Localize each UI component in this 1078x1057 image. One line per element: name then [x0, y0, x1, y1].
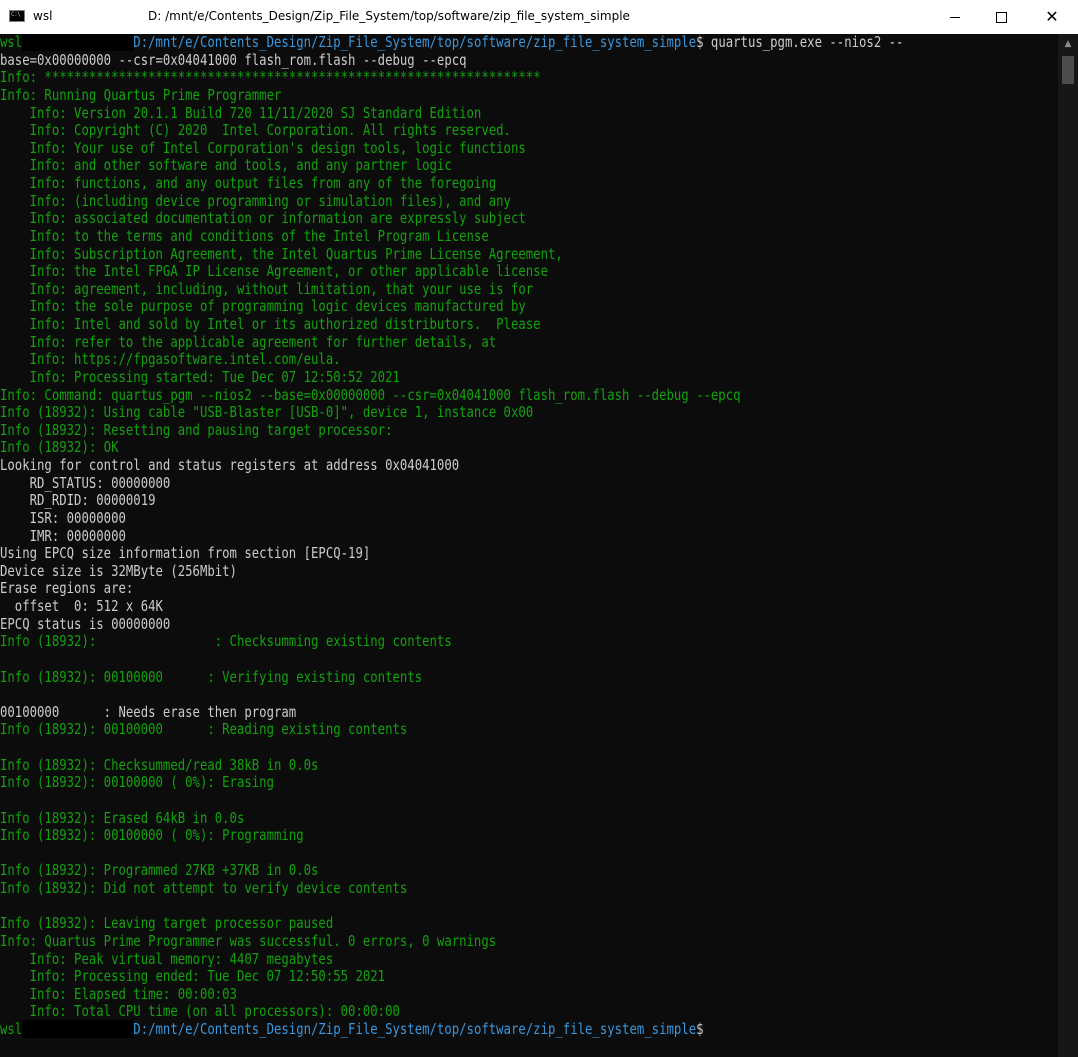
- output-line: Info: Processing started: Tue Dec 07 12:…: [0, 367, 400, 386]
- window-title: D: /mnt/e/Contents_Design/Zip_File_Syste…: [148, 9, 630, 23]
- prompt-symbol-final: $: [696, 1020, 704, 1038]
- output-line: Info: Copyright (C) 2020 Intel Corporati…: [0, 121, 511, 140]
- output-line: Info: (including device programming or s…: [0, 191, 511, 210]
- output-line: Info (18932): Leaving target processor p…: [0, 914, 334, 933]
- close-button[interactable]: ✕: [1026, 0, 1078, 34]
- final-prompt-line[interactable]: wsl D:/mnt/e/Contents_Design/Zip_File_Sy…: [0, 1020, 868, 1039]
- output-line: Using EPCQ size information from section…: [0, 544, 371, 563]
- output-line: Info: Total CPU time (on all processors)…: [0, 1002, 400, 1021]
- output-line: RD_RDID: 00000019: [0, 491, 156, 510]
- vertical-scrollbar[interactable]: ▲: [1058, 34, 1078, 1057]
- output-line: Info (18932): Using cable "USB-Blaster […: [0, 403, 534, 422]
- title-bar[interactable]: C:\ wsl D: /mnt/e/Contents_Design/Zip_Fi…: [0, 0, 1078, 34]
- command-line: wsl D:/mnt/e/Contents_Design/Zip_File_Sy…: [0, 34, 903, 52]
- output-line: 00100000 : Needs erase then program: [0, 702, 297, 721]
- output-line: Info (18932): : Checksumming existing co…: [0, 632, 452, 651]
- output-line: Info: https://fpgasoftware.intel.com/eul…: [0, 350, 341, 369]
- output-line: Info (18932): Resetting and pausing targ…: [0, 420, 393, 439]
- console-app-icon-text: C:\: [11, 11, 21, 18]
- prompt-path: D:/mnt/e/Contents_Design/Zip_File_System…: [133, 34, 697, 51]
- app-name: wsl: [33, 9, 53, 23]
- output-line: Info: associated documentation or inform…: [0, 209, 526, 228]
- output-line: Info (18932): OK: [0, 438, 119, 457]
- output-line: Info: and other software and tools, and …: [0, 156, 452, 175]
- output-lines: Info: **********************************…: [0, 69, 1058, 1021]
- scroll-up-arrow-icon[interactable]: ▲: [1058, 34, 1078, 54]
- command-text: quartus_pgm.exe --nios2 --: [703, 34, 904, 51]
- output-line: Info: Command: quartus_pgm --nios2 --bas…: [0, 385, 741, 404]
- output-line: Info: functions, and any output files fr…: [0, 174, 497, 192]
- output-line: Info: Running Quartus Prime Programmer: [0, 85, 282, 104]
- output-line: Info (18932): 00100000 ( 0%): Erasing: [0, 773, 274, 792]
- output-line: Info (18932): Erased 64kB in 0.0s: [0, 808, 245, 827]
- output-line: Looking for control and status registers…: [0, 456, 460, 474]
- output-line: Info: Quartus Prime Programmer was succe…: [0, 931, 497, 950]
- command-continuation: base=0x00000000 --csr=0x04041000 flash_r…: [0, 50, 467, 69]
- output-line: Info: agreement, including, without limi…: [0, 279, 534, 298]
- prompt-user: wsl: [0, 34, 23, 51]
- output-line: Info (18932): Did not attempt to verify …: [0, 879, 408, 897]
- output-line: Info: the Intel FPGA IP License Agreemen…: [0, 262, 548, 281]
- output-line: Info: Subscription Agreement, the Intel …: [0, 244, 563, 263]
- prompt-symbol: $: [696, 34, 704, 51]
- output-line: Erase regions are:: [0, 579, 134, 598]
- maximize-icon: [995, 11, 1007, 23]
- prompt-path-final: D:/mnt/e/Contents_Design/Zip_File_System…: [133, 1020, 697, 1038]
- close-icon: ✕: [1045, 7, 1059, 26]
- terminal-window: C:\ wsl D: /mnt/e/Contents_Design/Zip_Fi…: [0, 0, 1078, 1057]
- output-line: offset 0: 512 x 64K: [0, 597, 163, 615]
- prompt-user-final: wsl: [0, 1020, 23, 1038]
- output-line: IMR: 00000000: [0, 526, 126, 545]
- redacted-hostname-final: [22, 1020, 134, 1038]
- output-line: Info: refer to the applicable agreement …: [0, 332, 497, 351]
- output-line: Info (18932): 00100000 ( 0%): Programmin…: [0, 826, 304, 845]
- output-line: Info: Your use of Intel Corporation's de…: [0, 138, 526, 157]
- minimize-icon: [950, 16, 960, 18]
- output-line: Info: to the terms and conditions of the…: [0, 226, 489, 245]
- console-output[interactable]: wsl D:/mnt/e/Contents_Design/Zip_File_Sy…: [0, 34, 1058, 1057]
- output-line: Info: Peak virtual memory: 4407 megabyte…: [0, 949, 334, 968]
- output-line: Info: Version 20.1.1 Build 720 11/11/202…: [0, 103, 482, 122]
- output-line: Info: Intel and sold by Intel or its aut…: [0, 315, 541, 333]
- output-line: ISR: 00000000: [0, 508, 126, 527]
- output-line: Info (18932): Programmed 27KB +37KB in 0…: [0, 861, 319, 880]
- output-line: Info: the sole purpose of programming lo…: [0, 297, 526, 316]
- output-line: Info (18932): Checksummed/read 38kB in 0…: [0, 755, 319, 774]
- maximize-button[interactable]: [978, 0, 1024, 34]
- output-line: Info: **********************************…: [0, 68, 541, 87]
- output-line: Device size is 32MByte (256Mbit): [0, 561, 237, 580]
- output-line: EPCQ status is 00000000: [0, 614, 171, 633]
- output-line: RD_STATUS: 00000000: [0, 473, 171, 492]
- output-line: Info (18932): 00100000 : Verifying exist…: [0, 667, 423, 686]
- console-app-icon: C:\: [9, 10, 25, 22]
- redacted-hostname: [22, 34, 134, 51]
- output-line: Info: Elapsed time: 00:00:03: [0, 984, 237, 1003]
- output-line: Info: Processing ended: Tue Dec 07 12:50…: [0, 967, 386, 986]
- scrollbar-thumb[interactable]: [1062, 56, 1074, 84]
- output-line: Info (18932): 00100000 : Reading existin…: [0, 720, 408, 739]
- minimize-button[interactable]: [932, 0, 978, 34]
